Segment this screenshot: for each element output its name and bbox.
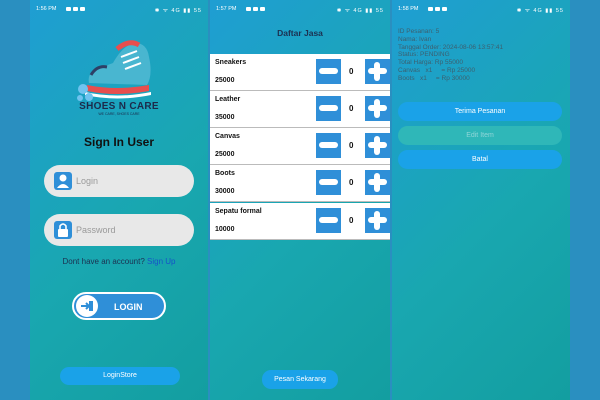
list-item: Sneakers 25000 0: [210, 54, 390, 91]
service-price: 25000: [215, 77, 235, 84]
brand-tagline: WE CARE, SHOES CARE: [98, 112, 140, 116]
service-price: 25000: [215, 151, 235, 158]
increment-button[interactable]: [365, 208, 390, 233]
increment-button[interactable]: [365, 96, 390, 121]
minus-icon: [319, 142, 338, 148]
notification-icon: [426, 6, 447, 12]
minus-icon: [319, 179, 338, 185]
list-item: Canvas 25000 0: [210, 128, 390, 165]
decrement-button[interactable]: [316, 133, 341, 158]
service-name: Boots: [215, 170, 235, 177]
order-line-item: Canvas x1 = Rp 25000: [398, 66, 476, 74]
edit-item-button[interactable]: Edit Item: [398, 126, 562, 145]
order-status: Status: PENDING: [398, 51, 450, 59]
order-date: Tanggal Order: 2024-08-06 13:57:41: [398, 43, 504, 51]
order-id: ID Pesanan: 5: [398, 28, 440, 35]
service-name: Leather: [215, 96, 241, 103]
status-bar: 1:57 PM ✱ ᯤ 4G ▮▮ 55: [210, 0, 390, 18]
quantity-value: 0: [349, 141, 354, 150]
decrement-button[interactable]: [316, 59, 341, 84]
login-field[interactable]: Login: [44, 165, 194, 197]
status-bar: 1:58 PM ✱ ᯤ 4G ▮▮ 55: [392, 0, 570, 18]
system-icons: ✱ ᯤ 4G ▮▮ 55: [516, 8, 564, 14]
user-icon: [54, 172, 72, 190]
quantity-value: 0: [349, 67, 354, 76]
page-title: Daftar Jasa: [277, 28, 323, 38]
no-account-text: Dont have an account?: [62, 257, 145, 266]
signup-link[interactable]: Sign Up: [147, 257, 175, 266]
minus-icon: [319, 217, 338, 223]
accept-order-button[interactable]: Terima Pesanan: [398, 102, 562, 121]
shoe-logo-icon: [77, 40, 151, 101]
minus-icon: [319, 105, 338, 111]
service-name: Sneakers: [215, 59, 247, 66]
increment-button[interactable]: [365, 59, 390, 84]
loginstore-button[interactable]: LoginStore: [60, 367, 180, 385]
list-item: Boots 30000 0: [210, 165, 390, 202]
cancel-button[interactable]: Batal: [398, 150, 562, 169]
service-price: 10000: [215, 226, 235, 233]
service-name: Canvas: [215, 133, 240, 140]
page-title: Sign In User: [83, 135, 154, 149]
status-time: 1:57 PM: [216, 6, 237, 12]
login-screen: 1:56 PM ✱ ᯤ 4G ▮▮ 55 SHOES N CARE WE CAR…: [30, 0, 208, 400]
quantity-value: 0: [349, 216, 354, 225]
login-button[interactable]: LOGIN: [72, 292, 166, 320]
service-price: 35000: [215, 114, 235, 121]
system-icons: ✱ ᯤ 4G ▮▮ 55: [154, 8, 202, 14]
login-icon: [76, 295, 98, 317]
notification-icon: [64, 6, 85, 12]
status-bar: 1:56 PM ✱ ᯤ 4G ▮▮ 55: [30, 0, 208, 18]
password-field[interactable]: Password: [44, 214, 194, 246]
order-details: ID Pesanan: 5 Nama: Ivan Tanggal Order: …: [398, 28, 503, 83]
decrement-button[interactable]: [316, 96, 341, 121]
customer-name: Nama: Ivan: [398, 35, 432, 43]
signup-prompt: Dont have an account? Sign Up: [30, 257, 208, 266]
login-button-label: LOGIN: [114, 302, 143, 312]
list-item: Sepatu formal 10000 0: [210, 203, 390, 240]
quantity-value: 0: [349, 104, 354, 113]
lock-icon: [54, 221, 72, 239]
order-total: Total Harga: Rp 55000: [398, 59, 464, 67]
notification-icon: [244, 6, 265, 12]
minus-icon: [319, 68, 338, 74]
increment-button[interactable]: [365, 170, 390, 195]
password-placeholder: Password: [76, 225, 116, 235]
order-now-button[interactable]: Pesan Sekarang: [262, 370, 338, 389]
service-price: 30000: [215, 188, 235, 195]
services-screen: 1:57 PM ✱ ᯤ 4G ▮▮ 55 Daftar Jasa Sneaker…: [210, 0, 390, 400]
order-line-item: Boots x1 = Rp 30000: [398, 74, 470, 82]
status-time: 1:58 PM: [398, 6, 419, 12]
quantity-value: 0: [349, 178, 354, 187]
increment-button[interactable]: [365, 133, 390, 158]
list-item: Leather 35000 0: [210, 91, 390, 128]
service-name: Sepatu formal: [215, 208, 262, 215]
login-placeholder: Login: [76, 176, 99, 186]
decrement-button[interactable]: [316, 208, 341, 233]
system-icons: ✱ ᯤ 4G ▮▮ 55: [336, 8, 384, 14]
status-time: 1:56 PM: [36, 6, 57, 12]
decrement-button[interactable]: [316, 170, 341, 195]
right-margin: [570, 0, 600, 400]
order-detail-screen: 1:58 PM ✱ ᯤ 4G ▮▮ 55 ID Pesanan: 5 Nama:…: [392, 0, 570, 400]
brand-name: SHOES N CARE: [79, 101, 159, 112]
left-margin: [0, 0, 30, 400]
